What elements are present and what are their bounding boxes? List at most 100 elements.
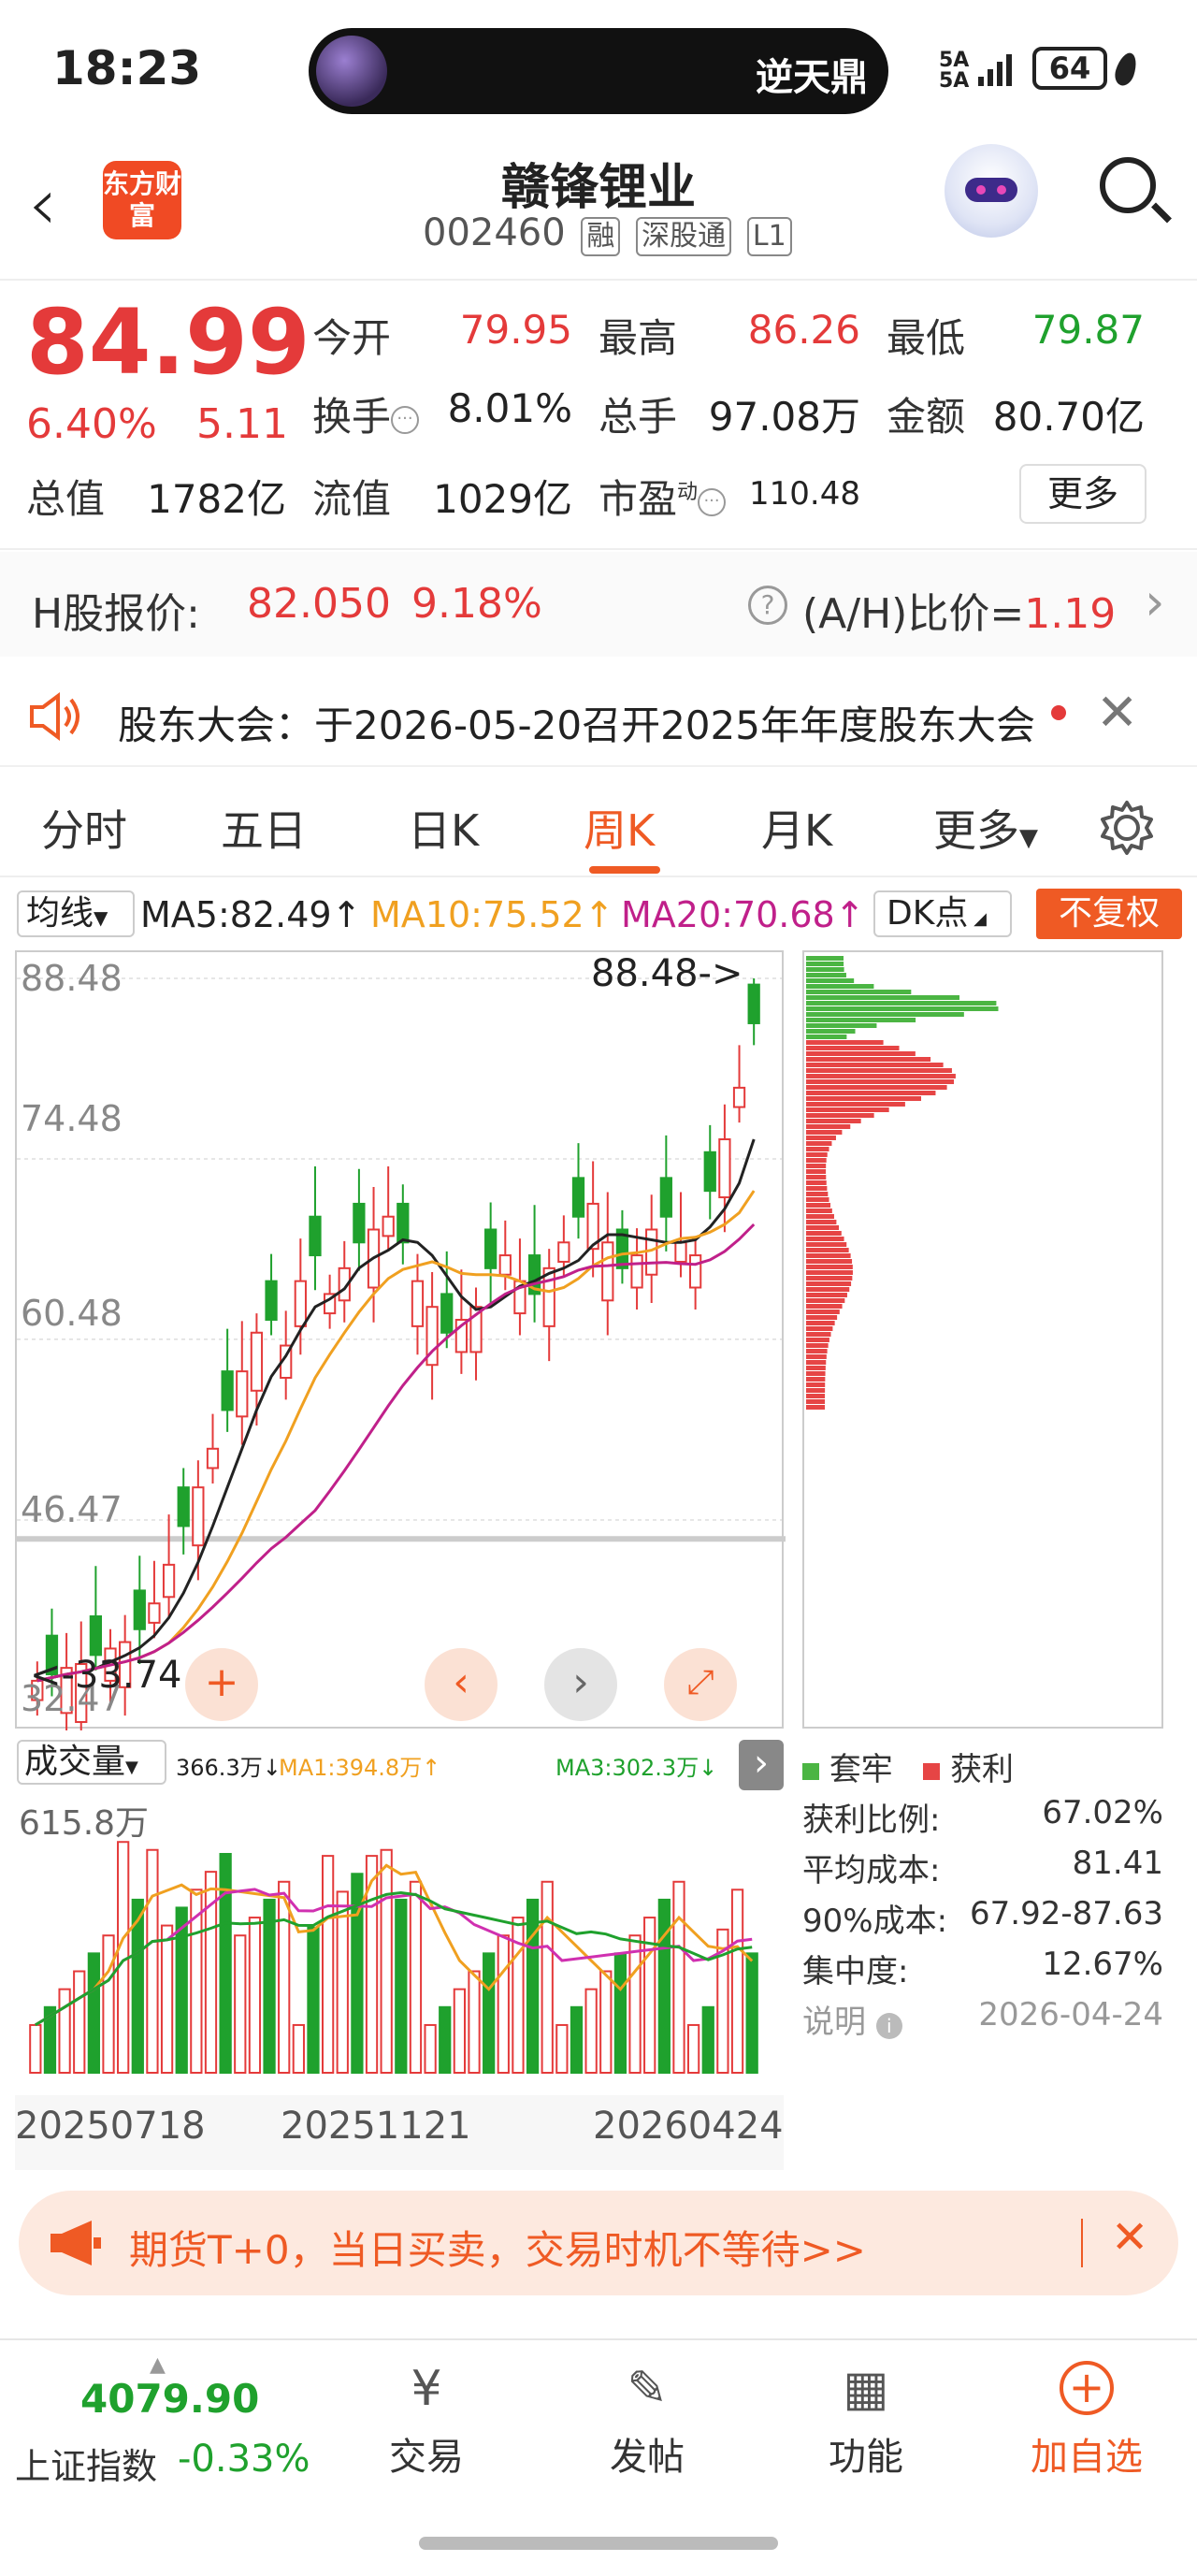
volume-bar — [439, 2005, 452, 2074]
add-circle-icon: + — [993, 2361, 1180, 2421]
chip-legend: 套牢 获利 — [802, 1744, 1014, 1789]
h-share-percent: 9.18% — [411, 580, 542, 628]
megaphone-icon — [50, 2221, 101, 2265]
yen-icon: ¥ — [411, 2361, 442, 2417]
chip-bar-profit — [806, 1158, 827, 1163]
announcement-bar[interactable]: 股东大会：于2026-05-20召开2025年年度股东大会 ✕ — [0, 666, 1197, 767]
y-label-2: 74.48 — [21, 1098, 123, 1139]
profit-ratio-label: 获利比例: — [802, 1802, 941, 1839]
chip-bar-profit — [806, 1304, 843, 1309]
chip-bar-profit — [806, 1321, 835, 1325]
ah-ratio: (A/H)比价=1.19 — [802, 590, 1117, 638]
tab-more[interactable]: 更多▼ — [933, 797, 1038, 859]
tab-daily-k[interactable]: 日K — [408, 797, 479, 859]
chip-distribution[interactable] — [802, 950, 1163, 1729]
date-start: 20250718 — [15, 2105, 206, 2148]
index-value[interactable]: 4079.90 — [80, 2376, 259, 2422]
chip-bar-profit — [806, 1248, 849, 1252]
settings-gear-icon[interactable] — [1098, 799, 1156, 857]
max-price-label: 88.48-> — [591, 952, 743, 995]
chip-bar-profit — [806, 1225, 840, 1230]
chip-bar-profit — [806, 1366, 826, 1370]
h-share-row[interactable]: H股报价: 82.050 9.18% ? (A/H)比价=1.19 › — [0, 552, 1197, 657]
chip-bar-profit — [806, 1242, 847, 1247]
candle-body — [557, 1241, 570, 1263]
volume-bar — [745, 1952, 758, 2075]
chip-bar-trapped — [806, 1018, 916, 1022]
explain-link[interactable]: 说明 i — [802, 1996, 902, 2042]
candle-body — [732, 1086, 746, 1108]
nav-post[interactable]: ✎ 发帖 — [554, 2361, 741, 2481]
candle-body — [440, 1293, 454, 1334]
chip-bar-profit — [806, 1259, 853, 1264]
signal-indicator: 5A 5A — [939, 49, 970, 93]
expand-arrow-icon[interactable]: › — [739, 1740, 784, 1790]
chip-bar-profit — [806, 1270, 853, 1275]
tab-weekly-k[interactable]: 周K — [584, 797, 655, 859]
assistant-robot-icon[interactable] — [945, 144, 1038, 238]
dk-point-selector[interactable]: DK点 ◢ — [873, 890, 1012, 937]
chevron-right-icon[interactable]: › — [1145, 572, 1165, 631]
volume-bar — [278, 1880, 291, 2074]
prev-button[interactable]: ‹ — [425, 1648, 498, 1721]
live-title: 逆天鼎 — [756, 56, 868, 99]
volume-bar — [409, 1880, 423, 2074]
chip-bar-profit — [806, 1287, 850, 1292]
ad-close-icon[interactable]: ✕ — [1111, 2211, 1148, 2264]
tab-intraday[interactable]: 分时 — [41, 797, 127, 859]
chip-bar-profit — [806, 1231, 842, 1236]
volume-bar — [497, 1934, 510, 2074]
chip-bar-profit — [806, 1147, 829, 1151]
more-button[interactable]: 更多 — [1019, 464, 1147, 524]
volume-indicator-selector[interactable]: 成交量▼ — [17, 1740, 166, 1785]
change-amount: 5.11 — [196, 400, 288, 448]
volume-chart[interactable]: 615.8万 — [15, 1792, 784, 2084]
chip-bar-profit — [806, 1085, 947, 1090]
help-icon[interactable]: ? — [748, 586, 787, 625]
volume-bar — [380, 1848, 393, 2074]
chip-bar-profit — [806, 1040, 884, 1045]
tab-five-day[interactable]: 五日 — [221, 797, 307, 859]
amount-value: 80.70亿 — [992, 394, 1145, 440]
chip-bar-trapped — [806, 978, 855, 983]
chip-bar-profit — [806, 1349, 828, 1353]
chip-bar-trapped — [806, 1012, 964, 1017]
chip-bar-trapped — [806, 1023, 877, 1028]
volume-bar — [613, 1952, 627, 2075]
chip-bar-profit — [806, 1343, 829, 1348]
nav-add-watchlist[interactable]: + 加自选 — [993, 2361, 1180, 2481]
chip-bar-trapped — [806, 956, 844, 961]
nav-trade[interactable]: ¥ 交易 — [333, 2361, 520, 2481]
candle-body — [747, 983, 760, 1024]
candle-body — [703, 1151, 716, 1193]
chip-bar-trapped — [806, 984, 874, 989]
live-activity-pill[interactable]: 逆天鼎 — [309, 28, 888, 114]
search-icon[interactable] — [1100, 157, 1156, 213]
ma20-value: MA20:70.68↑ — [621, 894, 865, 935]
signal-bars-icon — [978, 54, 1012, 86]
turnover-value: 8.01% — [447, 385, 572, 431]
home-indicator — [419, 2537, 778, 2550]
tab-monthly-k[interactable]: 月K — [761, 797, 832, 859]
zoom-in-button[interactable]: + — [185, 1648, 258, 1721]
index-name[interactable]: 上证指数 — [15, 2438, 157, 2489]
fullscreen-icon[interactable]: ⤢ — [664, 1648, 737, 1721]
date-mid: 20251121 — [281, 2105, 471, 2148]
volume-bar — [453, 1988, 467, 2075]
volume-max-label: 615.8万 — [19, 1804, 150, 1843]
chip-bar-profit — [806, 1113, 874, 1118]
candle-body — [397, 1202, 410, 1244]
candle-body — [236, 1370, 249, 1418]
avg-cost-value: 81.41 — [1072, 1845, 1163, 1882]
chip-bar-profit — [806, 1354, 827, 1359]
ma10-value: MA10:75.52↑ — [370, 894, 614, 935]
kline-chart[interactable]: 88.48 74.48 60.48 46.47 32.47 88.48-> <-… — [15, 950, 786, 1758]
volume-bar — [321, 1855, 335, 2074]
next-button[interactable]: › — [544, 1648, 617, 1721]
nav-functions[interactable]: ▦ 功能 — [772, 2361, 959, 2481]
battery-icon: 64 — [1032, 47, 1107, 90]
no-adjust-button[interactable]: 不复权 — [1036, 889, 1182, 939]
close-icon[interactable]: ✕ — [1096, 683, 1138, 742]
indicator-selector[interactable]: 均线▼ — [17, 890, 135, 937]
futures-ad-banner[interactable]: 期货T+0，当日买卖，交易时机不等待>> ✕ — [19, 2191, 1178, 2295]
